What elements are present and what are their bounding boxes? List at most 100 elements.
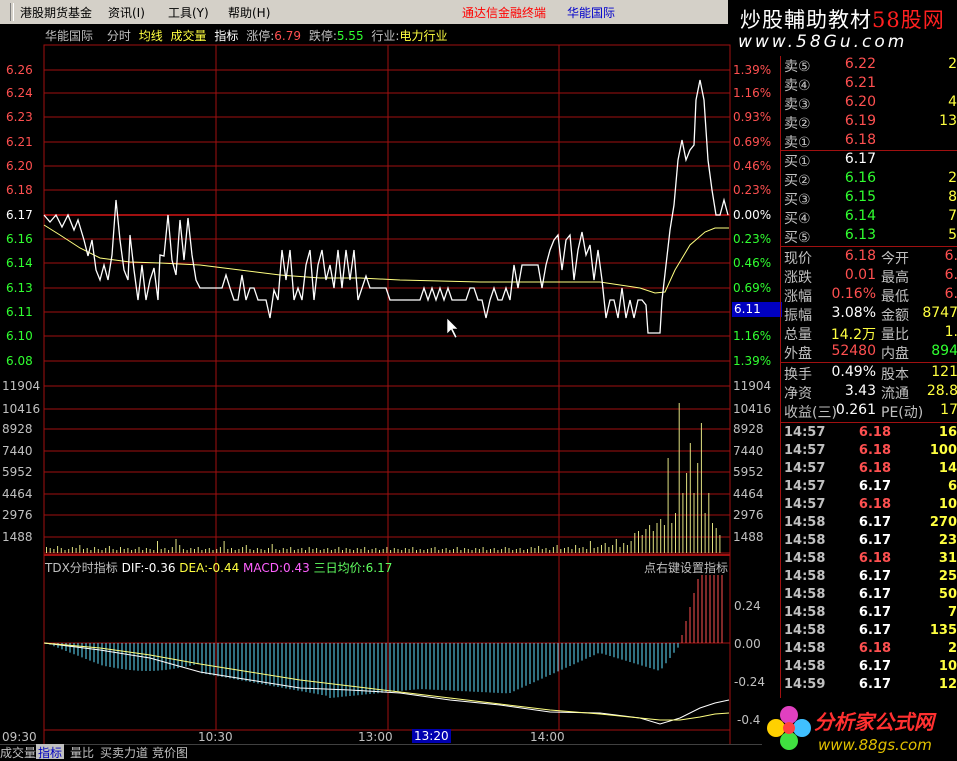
volume-bar	[423, 550, 425, 553]
volume-bar	[319, 550, 321, 553]
volume-bar	[120, 547, 121, 553]
volume-bar	[334, 549, 336, 553]
volume-bar	[671, 523, 673, 553]
tick-time: 14:58	[784, 515, 826, 530]
volume-bar	[90, 550, 92, 553]
volume-tick-label: 4464	[2, 487, 33, 501]
stat-row: 外盘 52480 内盘 894	[781, 343, 957, 362]
percent-tick-label: 0.69%	[733, 281, 772, 295]
tick-time: 14:58	[784, 623, 826, 638]
tick-volume: 10	[938, 659, 957, 674]
tick-time: 14:58	[784, 551, 826, 566]
volume-bar	[53, 549, 55, 553]
volume-bar	[105, 548, 107, 553]
tick-price: 6.18	[858, 551, 891, 566]
tab-volume-ratio[interactable]: 量比	[70, 744, 94, 760]
bid-volume: 8	[948, 189, 957, 205]
tab-indicator-bottom[interactable]: 指标	[36, 744, 65, 760]
volume-bar	[545, 548, 547, 553]
bid-volume: 7	[948, 208, 957, 224]
stat-value: 0.16%	[831, 286, 876, 302]
volume-bar	[327, 548, 329, 553]
tick-row: 14:58 6.17 23	[781, 533, 957, 552]
volume-bar	[145, 548, 147, 553]
volume-bar	[345, 548, 347, 553]
tick-volume: 25	[938, 569, 957, 584]
volume-bar	[190, 548, 192, 553]
volume-bar	[490, 549, 491, 553]
volume-bar	[212, 550, 214, 553]
volume-bar	[401, 550, 403, 553]
volume-tick-label: 2976	[733, 508, 764, 522]
ask-price: 6.18	[844, 132, 876, 148]
bid-label: 买⑤	[784, 230, 811, 246]
volume-bar	[71, 547, 73, 553]
stat-row: 涨跌 0.01 最高 6.	[781, 267, 957, 286]
volume-bar	[501, 549, 503, 553]
bid-label: 买④	[784, 211, 811, 227]
stat-value: 6.	[944, 248, 957, 264]
volume-bar	[638, 531, 639, 553]
corner-logo-url: www.88gs.com	[818, 736, 932, 754]
volume-bar	[112, 549, 114, 553]
volume-bar	[534, 548, 536, 553]
tick-row: 14:58 6.17 50	[781, 587, 957, 606]
volume-bar	[164, 548, 166, 553]
volume-bar	[612, 545, 614, 553]
volume-bar	[538, 546, 540, 553]
tab-buy-sell-force[interactable]: 买卖力道	[100, 744, 148, 760]
tick-time: 14:58	[784, 641, 826, 656]
ask-price: 6.22	[844, 56, 876, 72]
ask-label: 卖⑤	[784, 59, 811, 75]
volume-bar	[75, 548, 77, 553]
volume-tick-label: 10416	[733, 402, 772, 416]
time-label: 14:00	[530, 730, 565, 744]
tick-volume: 23	[938, 533, 957, 548]
volume-bar	[482, 547, 484, 553]
volume-bar	[682, 493, 684, 553]
price-tick-label: 6.14	[6, 256, 33, 270]
intraday-chart[interactable]	[0, 0, 780, 759]
tick-volume: 10	[938, 497, 957, 512]
tick-row: 14:57 6.18 14	[781, 461, 957, 480]
price-tick-label: 6.18	[6, 183, 33, 197]
volume-bar	[216, 549, 218, 553]
stat-value: 52480	[831, 343, 876, 359]
indicator-name[interactable]: TDX分时指标	[45, 561, 118, 575]
stat-value: 28.8	[926, 383, 957, 399]
stat-value: 3.08%	[831, 305, 876, 321]
volume-bar	[464, 548, 466, 553]
indicator-hint[interactable]: 点右键设置指标	[644, 559, 728, 576]
tick-price: 6.18	[858, 497, 891, 512]
volume-bar	[393, 548, 395, 553]
stat-value: 0.49%	[831, 364, 876, 380]
volume-bar	[101, 550, 103, 553]
tick-time: 14:58	[784, 587, 826, 602]
tab-auction-chart[interactable]: 竞价图	[152, 744, 188, 760]
volume-bar	[675, 513, 676, 553]
indicator-header: TDX分时指标 DIF:-0.36 DEA:-0.44 MACD:0.43 三日…	[45, 559, 392, 576]
tab-volume-bottom[interactable]: 成交量	[0, 744, 36, 760]
volume-bar	[297, 549, 299, 553]
volume-bar	[186, 550, 188, 553]
volume-bar	[249, 549, 251, 553]
cursor-time-label: 13:20	[412, 729, 451, 743]
tick-price: 6.17	[858, 659, 891, 674]
stat-value: 6.18	[844, 248, 876, 264]
volume-bar	[86, 548, 88, 553]
bid-row: 买④ 6.14 7	[781, 208, 957, 227]
volume-bar	[615, 539, 617, 553]
volume-bar	[57, 546, 59, 553]
volume-bar	[382, 549, 384, 553]
bid-volume: 5	[948, 227, 957, 243]
tick-time: 14:58	[784, 605, 826, 620]
volume-bar	[94, 547, 96, 553]
volume-bar	[308, 547, 310, 553]
volume-bar	[715, 528, 717, 553]
volume-bar	[708, 493, 710, 553]
current-price-marker: 6.11	[732, 302, 782, 317]
volume-bar	[560, 549, 562, 553]
volume-bar	[441, 549, 443, 553]
volume-bar	[171, 547, 173, 553]
volume-bar	[434, 547, 436, 553]
